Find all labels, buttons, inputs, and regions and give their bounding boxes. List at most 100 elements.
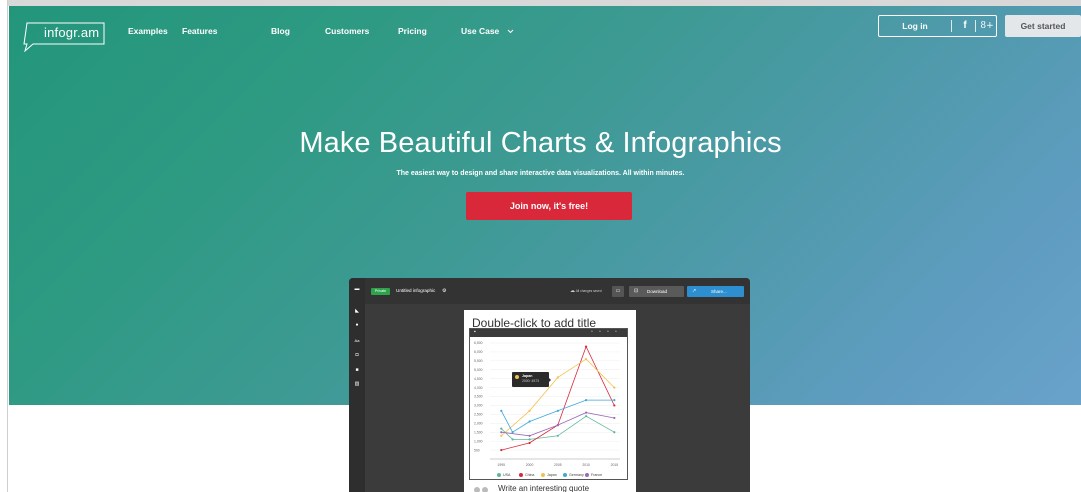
camera-icon[interactable]: ◘ xyxy=(354,353,360,358)
settings-icon[interactable]: ▫ xyxy=(591,330,596,335)
quote-handle-icon[interactable] xyxy=(474,487,480,492)
legend-item-usa[interactable]: USA xyxy=(497,472,510,478)
y-tick-label: 6,500 xyxy=(474,341,483,345)
login-button[interactable]: Log in xyxy=(879,16,951,36)
data-point-germany xyxy=(613,399,616,402)
infogram-logo[interactable]: infogr.am xyxy=(23,22,105,52)
edit-icon[interactable]: ▫ xyxy=(615,330,620,335)
quote-text[interactable]: Write an interesting quote xyxy=(498,484,589,492)
line-chart: 500 1,000 1,500 2,000 2,500 3,000 3,500 4,000 4,… xyxy=(474,341,620,467)
x-tick-label: 1995 xyxy=(498,463,506,467)
nav-customers[interactable]: Customers xyxy=(325,26,369,36)
data-point-japan xyxy=(556,376,559,379)
legend-item-france[interactable]: France xyxy=(585,472,602,478)
legend-item-japan[interactable]: Japan xyxy=(541,472,557,478)
legend-swatch xyxy=(585,473,589,478)
map-icon[interactable]: ● xyxy=(354,323,360,328)
legend-swatch xyxy=(563,473,567,478)
google-plus-icon[interactable]: 8+ xyxy=(979,16,995,36)
y-tick-label: 2,000 xyxy=(474,422,483,426)
hero-title: Make Beautiful Charts & Infographics xyxy=(299,127,782,159)
x-tick-label: 2005 xyxy=(554,463,562,467)
download-icon: ⊡ xyxy=(634,288,639,294)
data-point-germany xyxy=(528,420,531,423)
private-badge: Private xyxy=(371,288,390,295)
data-point-germany xyxy=(500,409,503,412)
legend-label: France xyxy=(591,473,603,477)
login-social-group: Log in f 8+ xyxy=(878,15,997,37)
divider xyxy=(951,20,952,32)
join-now-button[interactable]: Join now, it's free! xyxy=(466,192,632,220)
y-tick-label: 6,000 xyxy=(474,350,483,354)
editor-canvas: Double-click to add title ▪ ▫ ▫ ▫ ▫ 500 1… xyxy=(464,310,636,492)
y-tick-label: 5,000 xyxy=(474,368,483,372)
x-tick-label: 2010 xyxy=(582,463,590,467)
download-label: Download xyxy=(647,289,668,294)
legend-label: China xyxy=(525,473,535,477)
browser-left-edge xyxy=(0,0,8,492)
data-icon[interactable]: ▫ xyxy=(599,330,604,335)
data-point-china xyxy=(528,441,531,445)
page: infogr.am Examples Features Blog Custome… xyxy=(0,0,1081,492)
trash-icon[interactable]: ▪ xyxy=(474,330,479,335)
chart-icon[interactable]: ◣ xyxy=(354,309,360,314)
data-point-usa xyxy=(556,434,559,437)
save-status: ☁ All changes saved xyxy=(570,288,602,295)
editor-preview: ▬ ◣ ● Aa ◘ ■ ▥ Private Untitled infograp… xyxy=(349,278,750,492)
infographic-title[interactable]: Untitled infographic xyxy=(396,287,435,295)
y-tick-label: 2,500 xyxy=(474,413,483,417)
nav-features[interactable]: Features xyxy=(182,26,217,36)
data-point-usa xyxy=(511,438,514,441)
quote-handle-icon[interactable] xyxy=(482,487,488,492)
hero-subtitle: The easiest way to design and share inte… xyxy=(396,170,685,177)
nav-use-case-label: Use Case xyxy=(461,26,500,36)
nav-blog[interactable]: Blog xyxy=(271,26,290,36)
data-point-usa xyxy=(613,431,616,434)
data-point-france xyxy=(584,411,588,414)
text-icon[interactable]: Aa xyxy=(354,338,360,343)
y-tick-label: 500 xyxy=(474,448,480,452)
y-tick-label: 3,500 xyxy=(474,395,483,399)
data-point-usa xyxy=(584,415,588,418)
duplicate-icon[interactable]: ▫ xyxy=(607,330,612,335)
data-point-usa xyxy=(500,427,503,430)
legend-swatch xyxy=(541,473,545,478)
download-button[interactable]: ⊡ Download xyxy=(629,286,684,297)
menu-icon[interactable]: ▬ xyxy=(354,287,360,292)
data-point-france xyxy=(613,416,616,420)
chevron-down-icon xyxy=(507,29,514,34)
data-point-france xyxy=(528,434,531,437)
get-started-button[interactable]: Get started xyxy=(1005,15,1081,37)
chart-block[interactable]: ▪ ▫ ▫ ▫ ▫ 500 1,000 1,500 2,000 2,500 3,000 3,… xyxy=(469,328,628,480)
legend-item-china[interactable]: China xyxy=(519,472,534,478)
tooltip-arrow xyxy=(548,377,551,383)
bars-icon[interactable]: ▥ xyxy=(354,382,360,387)
y-tick-label: 5,500 xyxy=(474,359,483,363)
gear-icon[interactable]: ⚙ xyxy=(442,287,446,295)
facebook-icon[interactable]: f xyxy=(958,16,972,36)
editor-sidebar: ▬ ◣ ● Aa ◘ ■ ▥ xyxy=(349,278,365,492)
legend-item-germany[interactable]: Germany xyxy=(563,472,584,478)
tooltip-swatch xyxy=(515,375,519,379)
nav-examples[interactable]: Examples xyxy=(128,26,168,36)
y-tick-label: 4,000 xyxy=(474,386,483,390)
y-tick-label: 1,000 xyxy=(474,439,483,443)
video-icon[interactable]: ■ xyxy=(354,368,360,373)
legend-label: Germany xyxy=(569,473,584,477)
data-point-germany xyxy=(584,399,588,402)
data-point-china xyxy=(584,345,588,348)
data-point-china xyxy=(500,448,503,452)
tooltip-value: 2000: 4573 xyxy=(522,379,539,383)
chart-tooltip: Japan 2000: 4573 xyxy=(512,372,551,387)
nav-use-case[interactable]: Use Case xyxy=(461,26,514,36)
nav-pricing[interactable]: Pricing xyxy=(398,26,427,36)
chart-legend: USA China Japan Germany France xyxy=(470,471,627,479)
x-tick-label: 2000 xyxy=(526,463,534,467)
data-point-france xyxy=(556,423,559,427)
cloud-icon: ☁ xyxy=(570,288,575,294)
data-point-germany xyxy=(556,409,559,412)
data-point-usa xyxy=(528,438,531,441)
y-tick-label: 1,500 xyxy=(474,430,483,434)
preview-icon[interactable]: ▭ xyxy=(612,286,624,297)
share-button[interactable]: ↗ Share... xyxy=(687,286,744,297)
